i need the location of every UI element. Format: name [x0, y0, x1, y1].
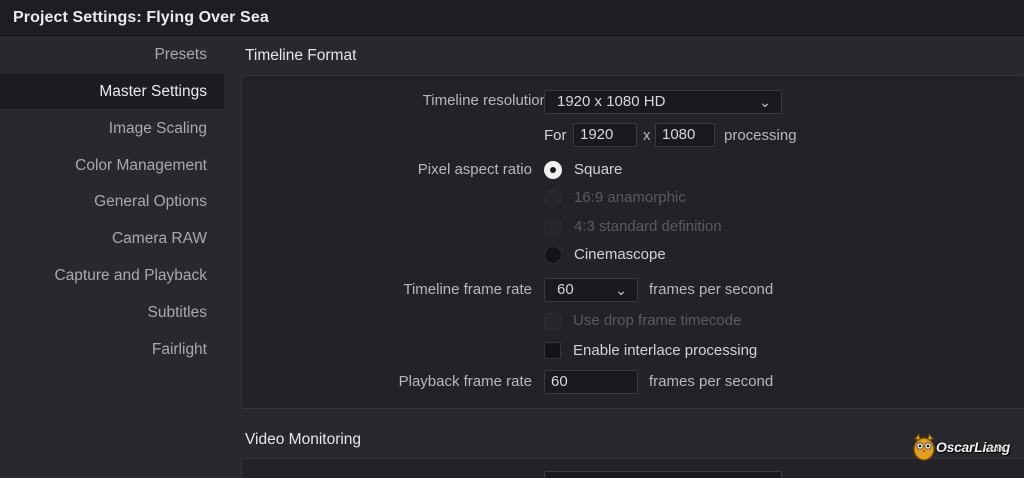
processing-height-input[interactable]: 1080 [655, 123, 715, 147]
timeline-format-panel: Timeline resolution 1920 x 1080 HD ⌄ For… [241, 75, 1024, 409]
processing-prefix: For [544, 127, 567, 144]
playback-frame-rate-suffix: frames per second [649, 373, 774, 390]
sidebar-item-general-options[interactable]: General Options [0, 184, 224, 219]
timeline-frame-rate-suffix: frames per second [649, 281, 774, 298]
timeline-resolution-label: Timeline resolution [422, 92, 548, 109]
sidebar-item-master-settings[interactable]: Master Settings [0, 74, 224, 109]
sidebar-item-color-management[interactable]: Color Management [0, 148, 224, 183]
timeline-format-heading: Timeline Format [245, 47, 357, 64]
owl-icon [913, 433, 935, 461]
video-monitoring-panel [241, 458, 1024, 478]
video-monitoring-dropdown[interactable] [544, 471, 782, 478]
pixel-aspect-ratio-label: Pixel aspect ratio [417, 161, 532, 178]
sidebar-item-presets[interactable]: Presets [0, 37, 224, 72]
watermark-logo: OscarLiang .com [910, 430, 1010, 466]
timeline-resolution-dropdown[interactable]: 1920 x 1080 HD ⌄ [544, 90, 782, 114]
sidebar-item-fairlight[interactable]: Fairlight [0, 332, 224, 367]
title-bar: Project Settings: Flying Over Sea [0, 0, 1024, 36]
timeline-frame-rate-dropdown[interactable]: 60 ⌄ [544, 278, 638, 302]
video-monitoring-heading: Video Monitoring [245, 431, 362, 448]
processing-width-input[interactable]: 1920 [573, 123, 637, 147]
interlace-label: Enable interlace processing [573, 342, 758, 359]
radio-cinemascope[interactable] [544, 246, 562, 264]
sidebar-item-camera-raw[interactable]: Camera RAW [0, 221, 224, 256]
sidebar-item-capture-and-playback[interactable]: Capture and Playback [0, 258, 224, 293]
sidebar-item-image-scaling[interactable]: Image Scaling [0, 111, 224, 146]
timeline-frame-rate-value: 60 [557, 281, 574, 298]
settings-sidebar: Presets Master Settings Image Scaling Co… [0, 37, 224, 478]
timeline-resolution-value: 1920 x 1080 HD [557, 93, 666, 110]
radio-4-3-standard-label: 4:3 standard definition [574, 218, 722, 235]
playback-frame-rate-input[interactable]: 60 [544, 370, 638, 394]
radio-16-9-anamorphic[interactable] [544, 189, 562, 207]
drop-frame-label: Use drop frame timecode [573, 312, 742, 329]
processing-separator: x [643, 127, 651, 144]
window-title: Project Settings: Flying Over Sea [13, 9, 269, 26]
chevron-down-icon: ⌄ [759, 94, 771, 110]
radio-square[interactable] [544, 161, 562, 179]
chevron-down-icon: ⌄ [615, 282, 627, 298]
playback-frame-rate-label: Playback frame rate [398, 373, 532, 390]
drop-frame-checkbox[interactable] [544, 313, 561, 330]
watermark-domain: .com [988, 444, 1006, 453]
processing-suffix: processing [724, 127, 797, 144]
radio-square-label: Square [574, 161, 623, 178]
settings-content: Timeline Format Timeline resolution 1920… [224, 37, 1024, 478]
radio-4-3-standard[interactable] [544, 218, 562, 236]
timeline-frame-rate-label: Timeline frame rate [403, 281, 532, 298]
sidebar-item-subtitles[interactable]: Subtitles [0, 295, 224, 330]
interlace-checkbox[interactable] [544, 342, 561, 359]
radio-16-9-anamorphic-label: 16:9 anamorphic [574, 189, 686, 206]
radio-cinemascope-label: Cinemascope [574, 246, 666, 263]
